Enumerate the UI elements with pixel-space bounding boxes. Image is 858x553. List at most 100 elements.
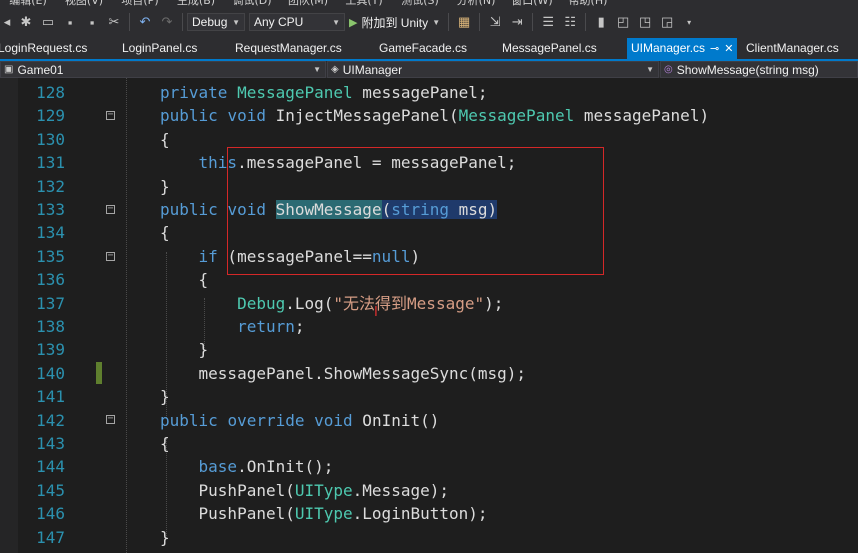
save-all-icon[interactable]: ▪ xyxy=(84,14,100,30)
chevron-down-icon: ▼ xyxy=(313,65,321,74)
toolbar-separator xyxy=(129,13,130,31)
platform-value: Any CPU xyxy=(254,15,304,29)
tab-gamefacade[interactable]: GameFacade.cs xyxy=(379,38,467,59)
text-cursor-icon: I xyxy=(374,305,378,320)
line-number: 136 xyxy=(36,270,65,290)
code-line: Debug.Log("无法得到Message"); xyxy=(237,293,504,313)
code-line: public void InjectMessagePanel(MessagePa… xyxy=(160,106,710,126)
tab-messagepanel[interactable]: MessagePanel.cs xyxy=(502,38,597,59)
tab-label: ClientManager.cs xyxy=(746,41,839,55)
line-number: 137 xyxy=(36,293,65,313)
toolbar-separator xyxy=(479,13,481,31)
tab-label: UIManager.cs xyxy=(631,41,706,55)
code-line: PushPanel(UIType.LoginButton); xyxy=(160,504,488,524)
open-folder-icon[interactable]: ▭ xyxy=(40,14,56,30)
tab-label: LoginPanel.cs xyxy=(122,41,198,55)
toolbar: ◂ ✱ ▭ ▪ ▪ ✂ ↶ ↷ Debug ▼ Any CPU ▼ ▶ 附加到 … xyxy=(0,6,858,38)
step-into-icon[interactable]: ⇲ xyxy=(487,14,503,30)
redo-icon[interactable]: ↷ xyxy=(159,14,175,30)
code-line: } xyxy=(160,176,170,196)
tab-requestmanager[interactable]: RequestManager.cs xyxy=(235,38,342,59)
code-line: { xyxy=(160,129,170,149)
method-icon: ◎ xyxy=(664,64,673,75)
line-number: 134 xyxy=(36,223,65,243)
code-line: } xyxy=(160,527,170,547)
csharp-project-icon: ▣ xyxy=(4,64,14,75)
member-dropdown[interactable]: ◎ ShowMessage(string msg) xyxy=(660,61,858,78)
code-line: { xyxy=(160,223,170,243)
tab-label: MessagePanel.cs xyxy=(502,41,597,55)
navigation-bar: ▣ Game01 ▼ ◈ UIManager ▼ ◎ ShowMessage(s… xyxy=(0,61,858,78)
code-line: { xyxy=(160,270,209,290)
attach-to-unity-button[interactable]: ▶ 附加到 Unity ▼ xyxy=(349,14,444,31)
cut-icon[interactable]: ✂ xyxy=(106,14,122,30)
code-editor[interactable]: 128 129 130 131 132 133 134 135 136 137 … xyxy=(0,78,858,553)
line-number: 145 xyxy=(36,480,65,500)
configuration-value: Debug xyxy=(192,15,228,29)
collapse-icon[interactable]: − xyxy=(106,204,115,214)
comment-icon[interactable]: ☰ xyxy=(540,14,556,30)
line-number: 139 xyxy=(36,340,65,360)
prev-bookmark-icon[interactable]: ◰ xyxy=(615,14,631,30)
uncomment-icon[interactable]: ☷ xyxy=(562,14,578,30)
document-tabs: LoginRequest.cs LoginPanel.cs RequestMan… xyxy=(0,38,858,59)
line-number: 143 xyxy=(36,434,65,453)
undo-icon[interactable]: ↶ xyxy=(137,14,153,30)
save-icon[interactable]: ▪ xyxy=(62,14,78,30)
collapse-icon[interactable]: − xyxy=(106,110,115,120)
browser-link-icon[interactable]: ▦ xyxy=(456,14,472,30)
change-indicator xyxy=(96,362,102,384)
platform-select[interactable]: Any CPU ▼ xyxy=(249,13,345,31)
new-project-icon[interactable]: ✱ xyxy=(18,14,34,30)
chevron-down-icon: ▼ xyxy=(232,17,240,27)
code-line: } xyxy=(160,387,170,407)
play-icon: ▶ xyxy=(349,16,358,29)
toolbar-separator xyxy=(585,13,587,31)
pin-icon[interactable]: ⊸ xyxy=(710,43,719,55)
bookmark-icon[interactable]: ▮ xyxy=(593,14,609,30)
line-number: 142 xyxy=(36,410,65,430)
clear-bookmarks-icon[interactable]: ◲ xyxy=(659,14,675,30)
code-line: messagePanel.ShowMessageSync(msg); xyxy=(160,363,527,383)
line-number: 133 xyxy=(36,200,65,219)
collapse-icon[interactable]: − xyxy=(106,414,115,424)
back-icon[interactable]: ◂ xyxy=(2,14,12,30)
type-dropdown[interactable]: ◈ UIManager ▼ xyxy=(327,61,659,78)
collapse-icon[interactable]: − xyxy=(106,251,115,261)
next-bookmark-icon[interactable]: ◳ xyxy=(637,14,653,30)
code-line: } xyxy=(160,340,209,360)
class-icon: ◈ xyxy=(331,64,339,75)
toolbar-options-icon[interactable]: ▾ xyxy=(681,14,697,30)
toolbar-separator xyxy=(532,13,534,31)
project-dropdown[interactable]: ▣ Game01 ▼ xyxy=(0,61,326,78)
step-over-icon[interactable]: ⇥ xyxy=(509,14,525,30)
line-number: 129 xyxy=(36,106,65,126)
line-number: 132 xyxy=(36,176,65,196)
chevron-down-icon: ▼ xyxy=(332,17,340,27)
code-line: private MessagePanel messagePanel; xyxy=(160,83,488,102)
tab-uimanager[interactable]: UIManager.cs ⊸ ✕ xyxy=(627,38,738,59)
line-number: 144 xyxy=(36,457,65,477)
line-number: 141 xyxy=(36,387,65,407)
line-number: 147 xyxy=(36,527,65,547)
code-line: { xyxy=(160,434,170,453)
line-number: 140 xyxy=(36,363,65,383)
tab-loginpanel[interactable]: LoginPanel.cs xyxy=(122,38,197,59)
line-number: 138 xyxy=(36,317,65,336)
tab-clientmanager[interactable]: ClientManager.cs xyxy=(746,38,839,59)
code-line: return; xyxy=(237,317,305,336)
close-icon[interactable]: ✕ xyxy=(724,43,733,55)
attach-to-unity-label: 附加到 Unity xyxy=(361,15,429,30)
code-line: PushPanel(UIType.Message); xyxy=(160,480,449,500)
configuration-select[interactable]: Debug ▼ xyxy=(187,13,245,31)
code-line: base.OnInit(); xyxy=(198,457,334,477)
toolbar-separator xyxy=(448,13,450,31)
code-line: public override void OnInit() xyxy=(160,410,440,430)
line-number: 135 xyxy=(36,246,65,266)
tab-loginrequest[interactable]: LoginRequest.cs xyxy=(0,38,87,59)
indent-guide xyxy=(126,78,127,553)
type-name: UIManager xyxy=(342,62,403,77)
chevron-down-icon[interactable]: ▼ xyxy=(431,14,441,30)
member-name: ShowMessage(string msg) xyxy=(676,62,819,77)
tab-label: RequestManager.cs xyxy=(235,41,342,55)
